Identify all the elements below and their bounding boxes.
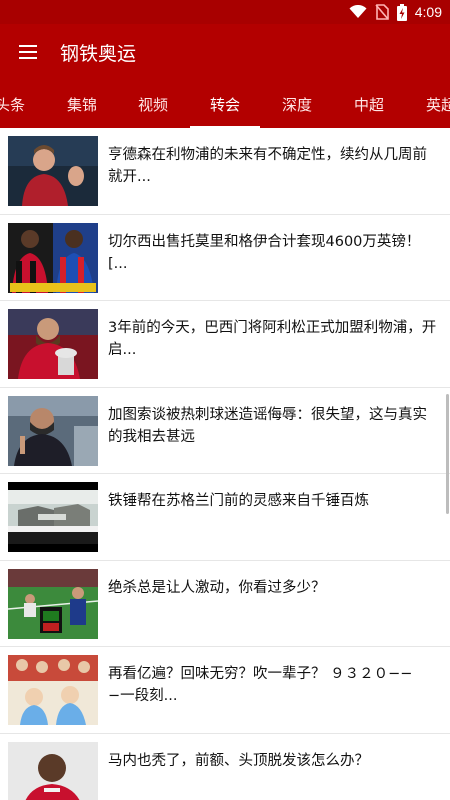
- news-item[interactable]: 马内也秃了，前额、头顶脱发该怎么办？: [0, 733, 450, 800]
- tab-videos[interactable]: 视频: [118, 80, 188, 128]
- news-list: 亨德森在利物浦的未来有不确定性，续约从几周前就开... 切尔西出售托莫里和格伊合…: [0, 128, 450, 800]
- news-item[interactable]: 再看亿遍？回味无穷？吹一辈子？ ９３２０−−−一段刻...: [0, 647, 450, 734]
- news-title: 3年前的今天，巴西门将阿利松正式加盟利物浦，开启...: [108, 320, 437, 358]
- news-title: 加图索谈被热刺球迷造谣侮辱：很失望，这与真实的我相去甚远: [108, 406, 427, 445]
- news-item[interactable]: 切尔西出售托莫里和格伊合计套现4600万英镑！[...: [0, 214, 450, 301]
- menu-button[interactable]: [0, 24, 56, 80]
- tab-csl[interactable]: 中超: [334, 80, 404, 128]
- news-item[interactable]: 绝杀总是让人激动，你看过多少？: [0, 560, 450, 647]
- status-time: 4:09: [414, 4, 442, 20]
- news-thumbnail: [8, 568, 98, 639]
- news-title: 铁锤帮在苏格兰门前的灵感来自千锤百炼: [108, 493, 369, 509]
- status-bar: 4:09: [0, 0, 450, 24]
- news-item[interactable]: 加图索谈被热刺球迷造谣侮辱：很失望，这与真实的我相去甚远: [0, 387, 450, 474]
- hamburger-menu-icon: [19, 45, 37, 59]
- app-title: 钢铁奥运: [60, 42, 137, 65]
- tab-headlines[interactable]: 头条: [0, 80, 45, 128]
- news-thumbnail: [8, 741, 98, 800]
- category-tabs: 头条 集锦 视频 转会 深度 中超 英超: [0, 80, 450, 128]
- news-title: 亨德森在利物浦的未来有不确定性，续约从几周前就开...: [108, 147, 427, 185]
- wifi-icon: [349, 5, 367, 18]
- news-title: 绝杀总是让人激动，你看过多少？: [108, 579, 326, 596]
- tab-highlights[interactable]: 集锦: [47, 80, 117, 128]
- no-sim-icon: [375, 4, 389, 20]
- news-title: 马内也秃了，前额、头顶脱发该怎么办？: [108, 752, 369, 769]
- news-thumbnail: [8, 309, 98, 379]
- tab-premier-league[interactable]: 英超: [406, 80, 450, 128]
- news-item[interactable]: 亨德森在利物浦的未来有不确定性，续约从几周前就开...: [0, 128, 450, 215]
- battery-charging-icon: [396, 3, 407, 21]
- scrollbar-thumb[interactable]: [446, 394, 449, 514]
- app-bar: 钢铁奥运: [0, 24, 450, 80]
- news-thumbnail: [8, 395, 98, 466]
- news-thumbnail: [8, 482, 98, 552]
- news-title: 再看亿遍？回味无穷？吹一辈子？ ９３２０−−−一段刻...: [108, 666, 413, 704]
- news-item[interactable]: 3年前的今天，巴西门将阿利松正式加盟利物浦，开启...: [0, 301, 450, 388]
- news-thumbnail: [8, 655, 98, 725]
- news-item[interactable]: 铁锤帮在苏格兰门前的灵感来自千锤百炼: [0, 474, 450, 561]
- tab-transfers[interactable]: 转会: [190, 80, 260, 128]
- news-thumbnail: [8, 222, 98, 293]
- news-thumbnail: [8, 136, 98, 206]
- tab-in-depth[interactable]: 深度: [262, 80, 332, 128]
- news-title: 切尔西出售托莫里和格伊合计套现4600万英镑！[...: [108, 233, 421, 272]
